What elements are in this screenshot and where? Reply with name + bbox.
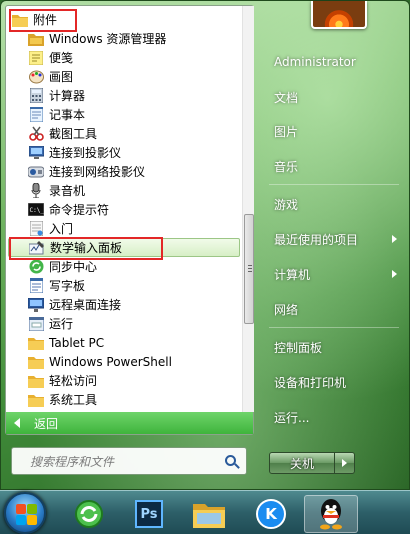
start-orb-icon [6,494,44,532]
shutdown-options-button[interactable] [335,452,355,474]
taskbar-browser[interactable] [62,495,116,533]
taskbar-kugou[interactable]: K [244,495,298,533]
taskbar-photoshop[interactable]: Ps [122,495,176,533]
program-item[interactable]: 连接到网络投影仪 [8,162,240,181]
right-item-recent[interactable]: 最近使用的项目 [263,228,407,250]
folder-icon [28,392,44,408]
separator [269,327,399,328]
projector-icon [28,145,44,161]
sticky-notes-icon [28,50,44,66]
program-item-math-input-selected[interactable]: 数学输入面板 [8,238,240,257]
program-item[interactable]: Windows 资源管理器 [8,29,240,48]
program-item[interactable]: 计算器 [8,86,240,105]
program-item[interactable]: 入门 [8,219,240,238]
program-item[interactable]: 写字板 [8,276,240,295]
search-input[interactable]: 搜索程序和文件 [11,447,247,475]
user-avatar[interactable] [311,1,367,29]
program-item[interactable]: 连接到投影仪 [8,143,240,162]
chevron-right-icon [392,270,397,278]
folder-explorer-icon [28,31,44,47]
right-item-computer[interactable]: 计算机 [263,263,407,285]
subfolder-item[interactable]: 轻松访问 [8,371,240,390]
program-item[interactable]: 录音机 [8,181,240,200]
scrollbar-thumb[interactable] [244,214,254,324]
folder-icon [28,354,44,370]
right-item-network[interactable]: 网络 [263,298,407,320]
program-item[interactable]: 同步中心 [8,257,240,276]
folder-icon [12,12,28,28]
chevron-right-icon [392,235,397,243]
snipping-tool-icon [28,126,44,142]
right-item-games[interactable]: 游戏 [263,193,407,215]
chevron-right-icon [342,459,347,467]
wordpad-icon [28,278,44,294]
notepad-icon [28,107,44,123]
right-item-music[interactable]: 音乐 [263,155,407,177]
programs-list: 附件 Windows 资源管理器 便笺 画图 计算器 记事本 截图工具 连接到投… [6,6,242,412]
run-icon [28,316,44,332]
start-menu: 附件 Windows 资源管理器 便笺 画图 计算器 记事本 截图工具 连接到投… [0,0,410,490]
search-placeholder: 搜索程序和文件 [30,454,115,469]
calculator-icon [28,88,44,104]
scrollbar[interactable] [242,6,254,412]
qq-penguin-icon [320,499,342,530]
folder-icon [28,335,44,351]
browser-icon [75,500,103,528]
program-item[interactable]: 画图 [8,67,240,86]
program-item[interactable]: 记事本 [8,105,240,124]
math-input-icon [29,240,45,256]
separator [269,184,399,185]
right-item-control-panel[interactable]: 控制面板 [263,336,407,358]
right-item-documents[interactable]: 文档 [263,86,407,108]
taskbar: Ps K [0,490,410,534]
subfolder-item[interactable]: 系统工具 [8,390,240,409]
taskbar-qq[interactable] [304,495,358,533]
program-item[interactable]: C:\_ 命令提示符 [8,200,240,219]
shutdown-button[interactable]: 关机 [269,452,335,474]
right-item-devices-printers[interactable]: 设备和打印机 [263,371,407,393]
svg-text:C:\_: C:\_ [30,207,45,214]
paint-icon [28,69,44,85]
program-item[interactable]: 运行 [8,314,240,333]
right-item-user[interactable]: Administrator [263,51,407,73]
subfolder-item[interactable]: Tablet PC [8,333,240,352]
start-button[interactable] [4,492,46,534]
program-item[interactable]: 便笺 [8,48,240,67]
search-icon[interactable] [225,455,236,466]
back-label: 返回 [34,416,59,431]
back-button[interactable]: 返回 [6,412,253,434]
subfolder-item[interactable]: Windows PowerShell [8,352,240,371]
photoshop-icon: Ps [135,500,163,528]
folder-icon [28,373,44,389]
folder-label: 附件 [33,13,58,27]
command-prompt-icon: C:\_ [28,202,44,218]
back-arrow-icon [14,418,20,428]
network-projector-icon [28,164,44,180]
taskbar-file-explorer[interactable] [182,495,236,533]
shutdown-group: 关机 [269,452,357,474]
microphone-icon [28,183,44,199]
file-explorer-icon [193,504,225,528]
folder-accessories[interactable]: 附件 [8,10,240,29]
programs-pane: 附件 Windows 资源管理器 便笺 画图 计算器 记事本 截图工具 连接到投… [5,5,254,435]
kugou-icon: K [256,499,286,529]
program-item[interactable]: 截图工具 [8,124,240,143]
right-item-run[interactable]: 运行... [263,406,407,428]
right-item-pictures[interactable]: 图片 [263,120,407,142]
remote-desktop-icon [28,297,44,313]
sync-center-icon [28,259,44,275]
getting-started-icon [28,221,44,237]
program-item[interactable]: 远程桌面连接 [8,295,240,314]
